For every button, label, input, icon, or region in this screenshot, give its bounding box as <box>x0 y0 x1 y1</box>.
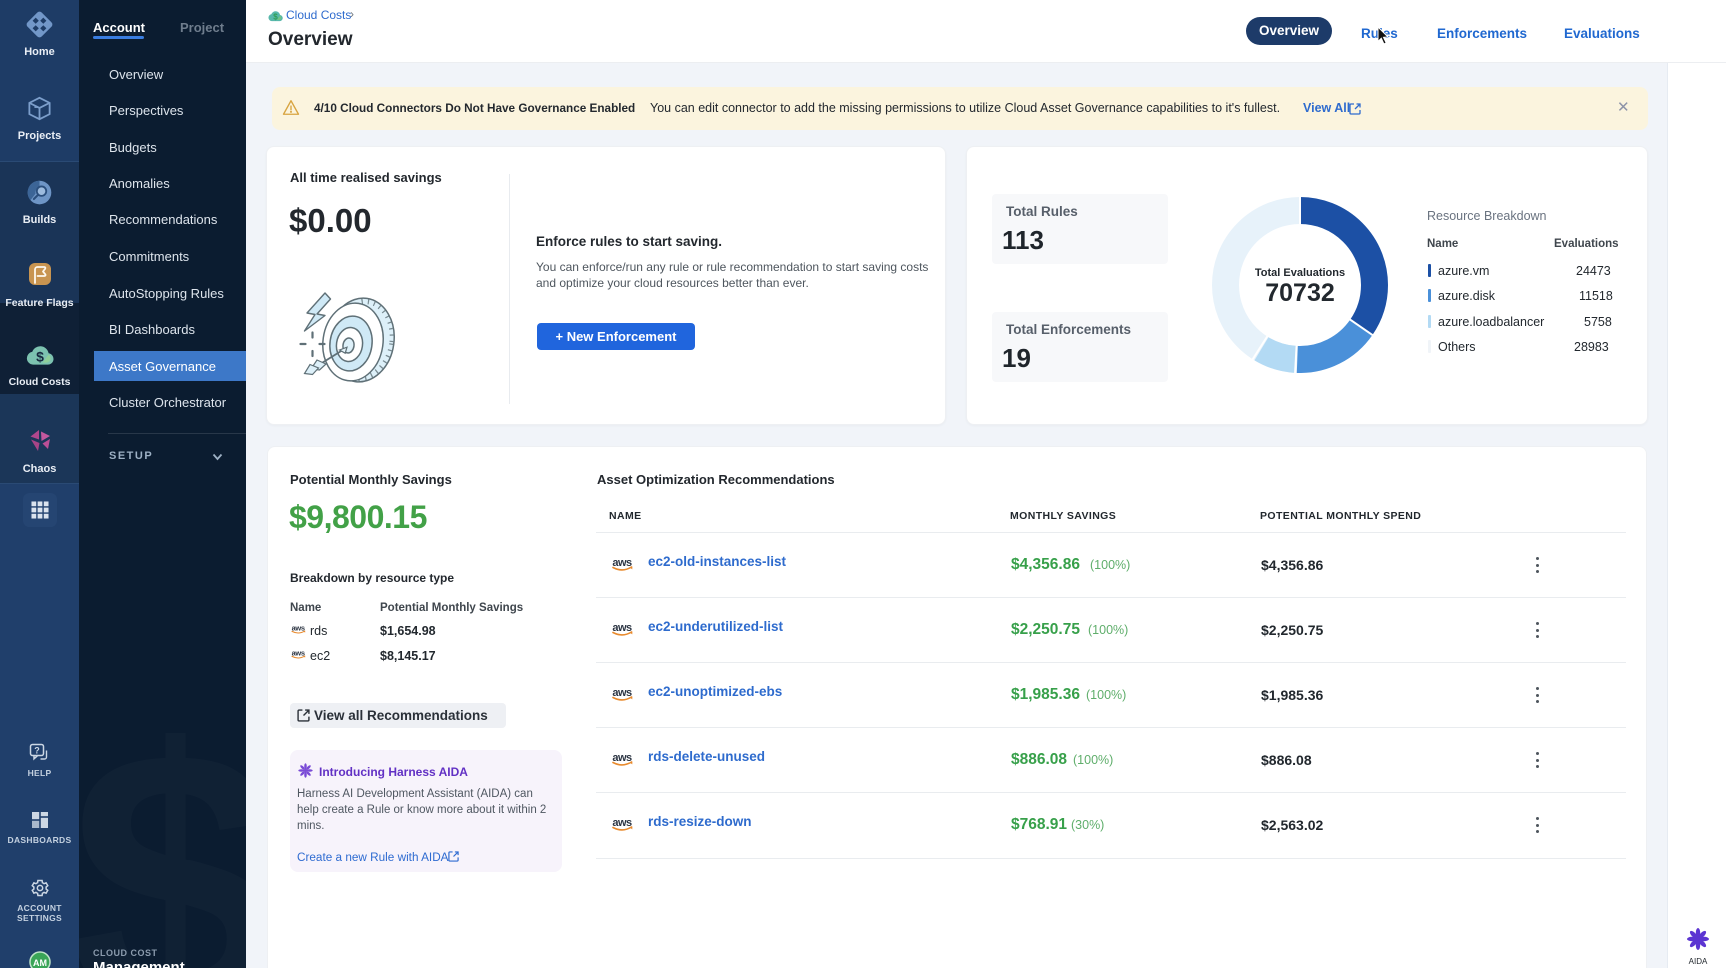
svg-text:aws: aws <box>292 623 305 632</box>
svg-text:$: $ <box>273 13 278 22</box>
svg-text:?: ? <box>34 746 40 756</box>
svg-text:$: $ <box>36 349 44 365</box>
svg-text:aws: aws <box>612 622 632 634</box>
svg-text:AM: AM <box>33 958 47 968</box>
svg-text:aws: aws <box>612 752 632 764</box>
svg-text:aws: aws <box>292 648 305 657</box>
svg-text:aws: aws <box>612 687 632 699</box>
svg-text:aws: aws <box>612 557 632 569</box>
svg-text:aws: aws <box>612 817 632 829</box>
